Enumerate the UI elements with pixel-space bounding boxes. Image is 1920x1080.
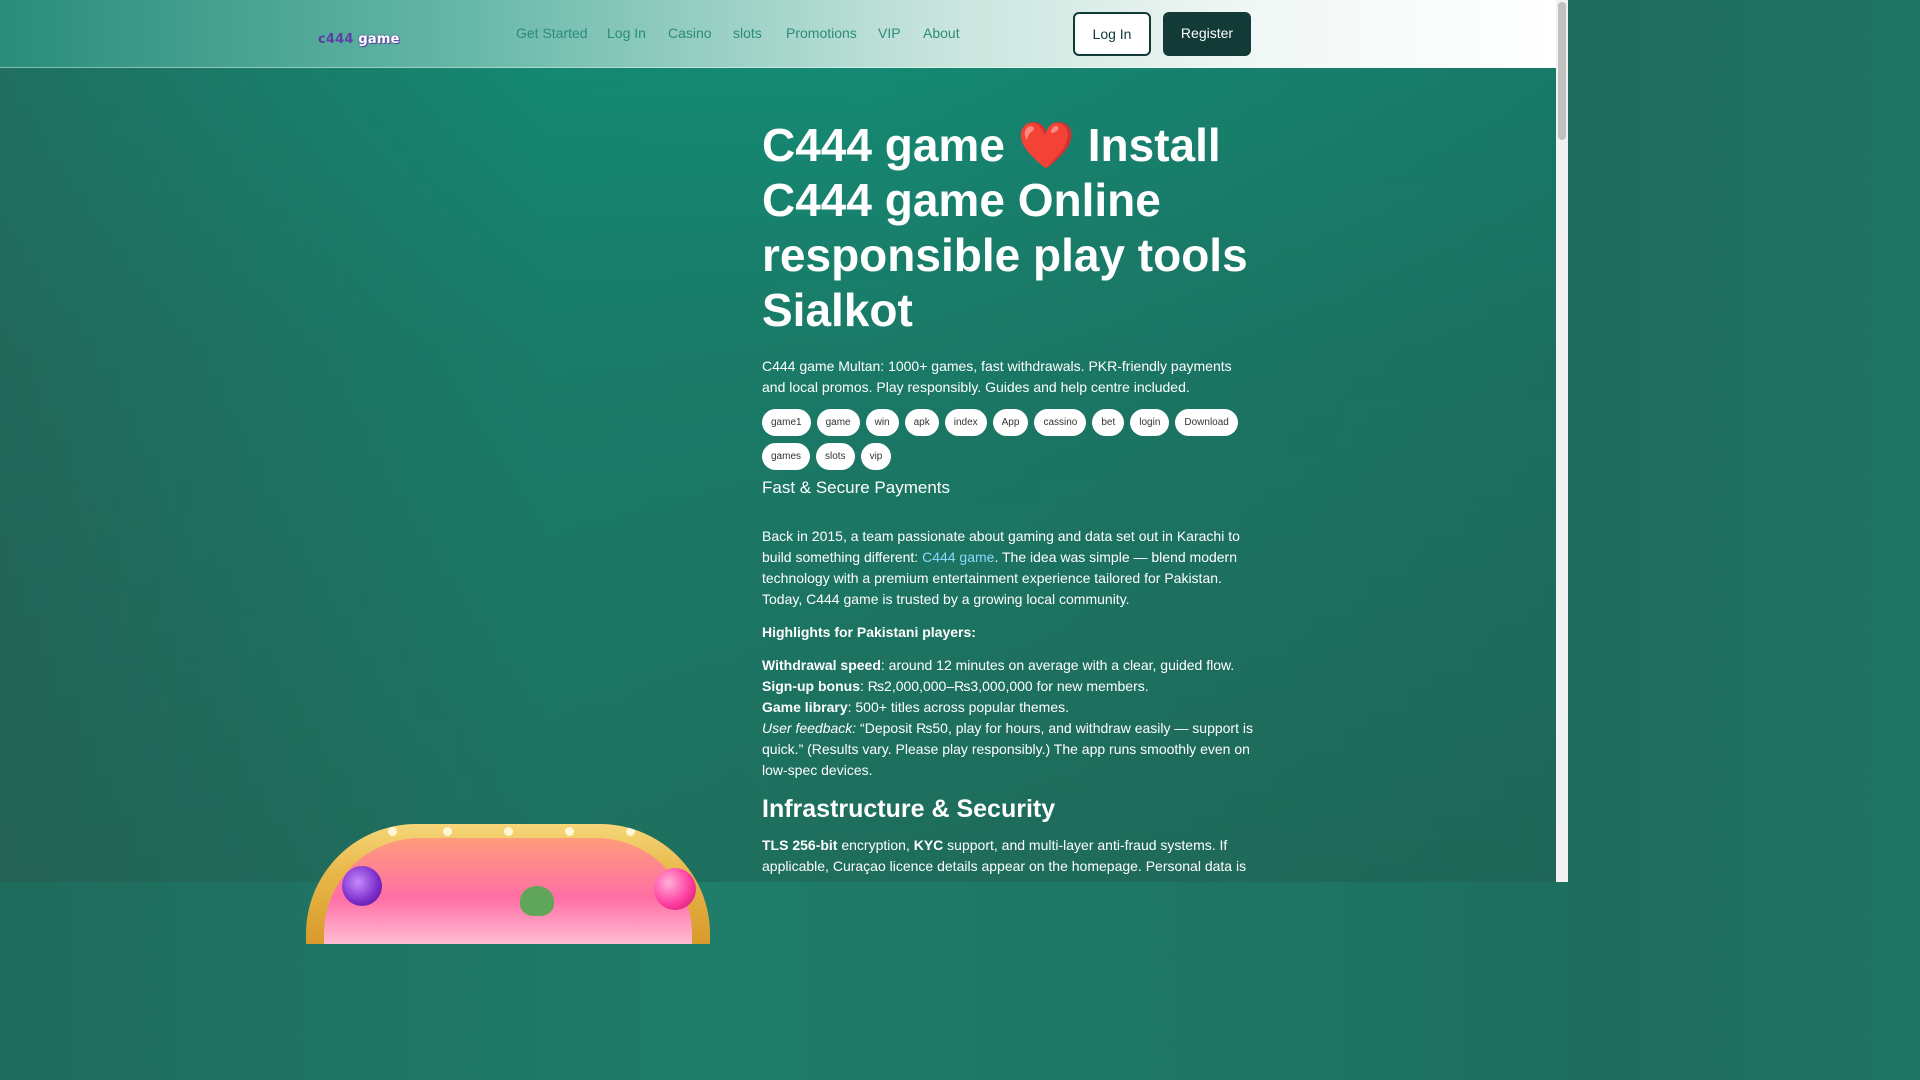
tag-apk[interactable]: apk bbox=[904, 409, 939, 436]
security-text: encryption, bbox=[837, 837, 914, 853]
tag-games[interactable]: games bbox=[762, 443, 811, 470]
tag-game1[interactable]: game1 bbox=[762, 409, 811, 436]
tag-bet[interactable]: bet bbox=[1092, 409, 1125, 436]
logo-suffix: game bbox=[353, 32, 400, 47]
highlight-label: User feedback: bbox=[762, 720, 857, 736]
nav-get-started[interactable]: Get Started bbox=[516, 25, 588, 41]
highlight-withdrawal: Withdrawal speed: around 12 minutes on a… bbox=[762, 655, 1254, 676]
page-title: C444 game ❤️ Install C444 game Online re… bbox=[762, 118, 1254, 338]
logo-prefix: c444 bbox=[318, 32, 354, 47]
page-scrollbar[interactable] bbox=[1556, 0, 1568, 882]
site-logo[interactable]: c444 game bbox=[318, 32, 400, 47]
tag-login[interactable]: login bbox=[1130, 409, 1170, 436]
lucky-ball-icon bbox=[654, 868, 696, 910]
nav-promotions[interactable]: Promotions bbox=[786, 25, 857, 41]
section-subtitle: Fast & Secure Payments bbox=[762, 478, 951, 497]
tag-app[interactable]: App bbox=[992, 409, 1029, 436]
bulb-light bbox=[674, 827, 683, 836]
highlight-label: Game library bbox=[762, 699, 848, 715]
intro-paragraph: Back in 2015, a team passionate about ga… bbox=[762, 526, 1254, 610]
nav-log-in[interactable]: Log In bbox=[607, 25, 646, 41]
highlight-feedback: User feedback: “Deposit ₨50, play for ho… bbox=[762, 718, 1254, 781]
bulb-light bbox=[504, 827, 513, 836]
highlight-text: : ₨2,000,000–₨3,000,000 for new members. bbox=[859, 678, 1149, 694]
site-header: c444 game Get Started Log In Casino slot… bbox=[0, 0, 1556, 68]
brand-link[interactable]: C444 game bbox=[922, 549, 994, 565]
scrollbar-thumb[interactable] bbox=[1558, 2, 1566, 140]
tag-list: game1 game win apk index App cassino bet… bbox=[762, 409, 1254, 477]
game-banner-screen bbox=[324, 838, 696, 944]
kyc-label: KYC bbox=[913, 837, 944, 853]
tag-index[interactable]: index bbox=[944, 409, 987, 436]
security-paragraph: TLS 256-bit encryption, KYC support, and… bbox=[762, 835, 1254, 877]
highlights-list: Withdrawal speed: around 12 minutes on a… bbox=[762, 655, 1254, 781]
nav-vip[interactable]: VIP bbox=[878, 25, 901, 41]
bulb-light bbox=[388, 827, 397, 836]
highlight-text: : around 12 minutes on average with a cl… bbox=[880, 657, 1235, 673]
plant-icon bbox=[520, 886, 554, 916]
heart-icon: ❤️ bbox=[1017, 119, 1075, 171]
security-heading: Infrastructure & Security bbox=[762, 795, 1056, 823]
tag-slots[interactable]: slots bbox=[816, 443, 855, 470]
bulb-light bbox=[443, 827, 452, 836]
highlights-heading: Highlights for Pakistani players: bbox=[762, 624, 976, 640]
login-button[interactable]: Log In bbox=[1073, 12, 1151, 56]
title-part1: C444 game bbox=[762, 119, 1018, 171]
tls-label: TLS 256-bit bbox=[762, 837, 838, 853]
highlight-text: : 500+ titles across popular themes. bbox=[847, 699, 1070, 715]
tag-vip[interactable]: vip bbox=[860, 443, 892, 470]
nav-about[interactable]: About bbox=[923, 25, 960, 41]
bulb-light bbox=[626, 827, 635, 836]
register-button[interactable]: Register bbox=[1163, 12, 1251, 56]
hero-description: C444 game Multan: 1000+ games, fast with… bbox=[762, 358, 1232, 395]
highlight-bonus: Sign-up bonus: ₨2,000,000–₨3,000,000 for… bbox=[762, 676, 1254, 697]
nav-slots[interactable]: slots bbox=[733, 25, 762, 41]
main-content: C444 game ❤️ Install C444 game Online re… bbox=[762, 118, 1254, 877]
tag-download[interactable]: Download bbox=[1175, 409, 1238, 436]
bulb-light bbox=[336, 827, 345, 836]
casino-chip-icon bbox=[342, 866, 382, 906]
tag-win[interactable]: win bbox=[865, 409, 899, 436]
tag-game[interactable]: game bbox=[816, 409, 860, 436]
highlight-label: Withdrawal speed bbox=[762, 657, 881, 673]
bulb-light bbox=[565, 827, 574, 836]
nav-casino[interactable]: Casino bbox=[668, 25, 712, 41]
highlight-label: Sign-up bonus bbox=[762, 678, 860, 694]
tag-cassino[interactable]: cassino bbox=[1034, 409, 1087, 436]
highlight-library: Game library: 500+ titles across popular… bbox=[762, 697, 1254, 718]
game-banner-image bbox=[306, 824, 710, 944]
